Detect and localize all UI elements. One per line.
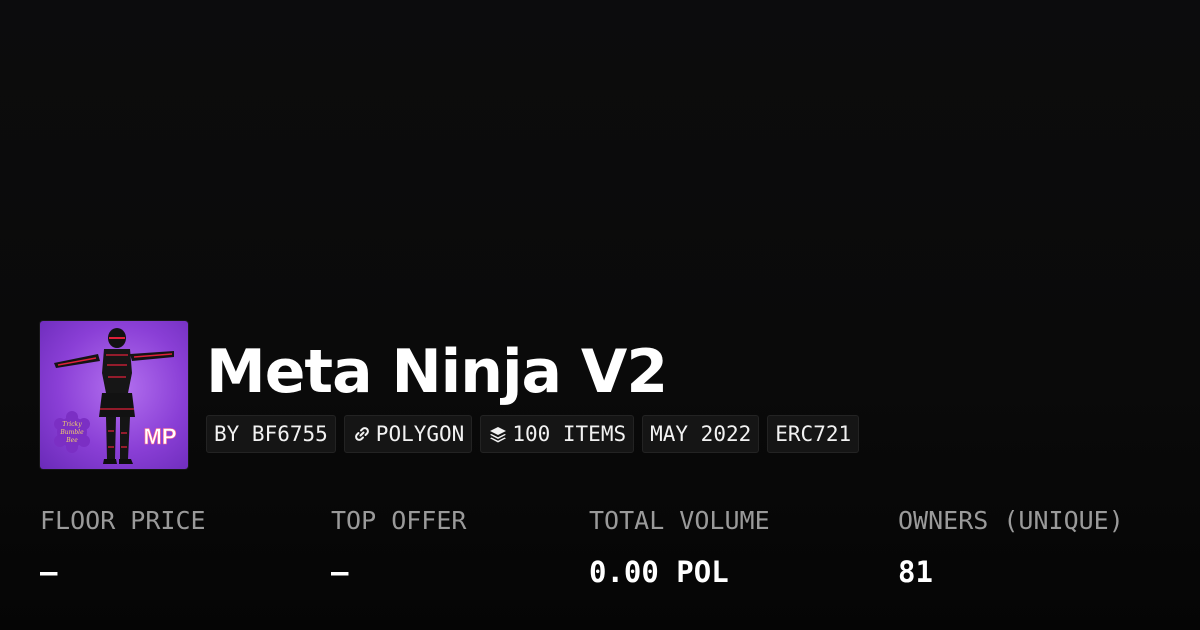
standard-tag-label: ERC721 (775, 422, 852, 446)
link-icon (354, 427, 369, 441)
stat-label: OWNERS (UNIQUE) (898, 506, 1124, 535)
items-tag-label: 100 ITEMS (512, 422, 627, 446)
stat-total-volume: TOTAL VOLUME 0.00 POL (589, 503, 770, 591)
stat-value: 81 (898, 555, 933, 589)
stat-value: – (40, 555, 58, 589)
layers-icon (490, 427, 507, 443)
collection-title: Meta Ninja V2 (206, 337, 668, 407)
collection-share-card: { "collection": { "title": "Meta Ninja V… (0, 0, 1200, 630)
stat-top-offer: TOP OFFER – (331, 503, 466, 591)
stat-value: 0.00 POL (589, 555, 729, 589)
date-tag-label: MAY 2022 (650, 422, 752, 446)
collection-image[interactable]: Tricky Bumble Bee MP (40, 321, 188, 469)
items-tag[interactable]: 100 ITEMS (480, 415, 635, 453)
stat-owners: OWNERS (UNIQUE) 81 (898, 503, 1124, 591)
ninja-character-artwork: Tricky Bumble Bee MP (54, 328, 177, 464)
bumble-bee-badge-icon: Tricky Bumble Bee (54, 411, 90, 453)
stat-value: – (331, 555, 349, 589)
mp-logo: MP (144, 424, 177, 449)
chain-tag[interactable]: POLYGON (343, 415, 473, 453)
svg-text:Tricky: Tricky (62, 421, 82, 428)
stat-label: FLOOR PRICE (40, 506, 206, 535)
chain-tag-label: POLYGON (375, 422, 465, 446)
stat-label: TOTAL VOLUME (589, 506, 770, 535)
stat-label: TOP OFFER (331, 506, 467, 535)
collection-tags: BY BF6755 POLYGON 100 ITEMS MAY 2022 ERC… (206, 415, 860, 453)
standard-tag: ERC721 (767, 415, 860, 453)
date-tag: MAY 2022 (642, 415, 760, 453)
creator-tag-label: BY BF6755 (214, 422, 328, 446)
svg-text:Bumble: Bumble (59, 429, 84, 436)
svg-text:Bee: Bee (65, 437, 78, 444)
creator-tag[interactable]: BY BF6755 (206, 415, 336, 453)
stat-floor-price: FLOOR PRICE – (40, 503, 206, 591)
